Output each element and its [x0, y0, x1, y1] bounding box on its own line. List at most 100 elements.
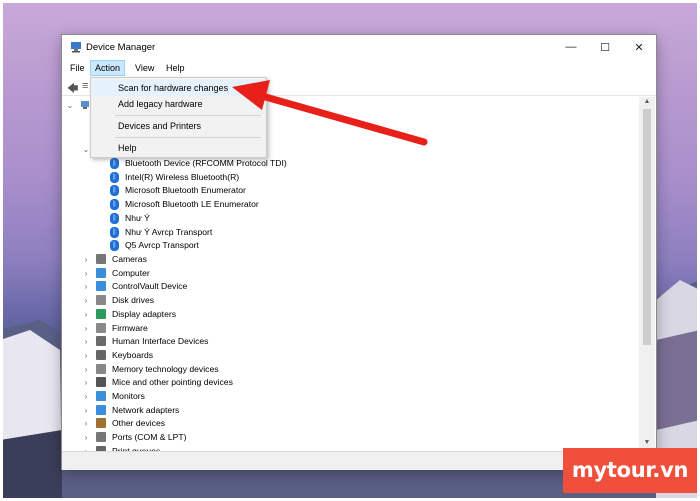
window-title: Device Manager [86, 42, 156, 53]
menu-help[interactable]: Help [162, 61, 189, 75]
close-button[interactable]: ✕ [622, 35, 656, 59]
device-label: Intel(R) Wireless Bluetooth(R) [125, 171, 240, 182]
expand-chevron-icon[interactable]: › [82, 322, 90, 335]
title-bar: Device Manager — ☐ ✕ [62, 35, 656, 59]
menu-action-help[interactable]: Help [92, 140, 265, 156]
forward-arrow-icon[interactable]: ≡ [82, 80, 88, 92]
device-category-item[interactable]: › Memory technology devices [82, 363, 382, 376]
menu-scan-hardware-changes[interactable]: Scan for hardware changes [92, 80, 265, 96]
category-icon [96, 377, 106, 388]
category-icon [96, 363, 106, 374]
scrollbar-thumb[interactable] [643, 109, 651, 345]
bluetooth-device-item[interactable]: ᛒ Microsoft Bluetooth Enumerator [110, 184, 410, 197]
expand-chevron-icon[interactable]: › [82, 363, 90, 376]
bluetooth-icon: ᛒ [110, 212, 119, 224]
collapse-chevron-icon[interactable]: ⌄ [82, 143, 90, 156]
device-label: Microsoft Bluetooth LE Enumerator [125, 199, 259, 210]
device-category-item[interactable]: › Other devices [82, 417, 382, 430]
device-category-item[interactable]: › Disk drives [82, 294, 382, 307]
expand-chevron-icon[interactable]: › [82, 253, 90, 266]
collapse-chevron-icon[interactable]: ⌄ [66, 99, 74, 112]
device-manager-icon [71, 42, 81, 53]
bluetooth-device-item[interactable]: ᛒ Q5 Avrcp Transport [110, 239, 410, 252]
expand-chevron-icon[interactable]: › [82, 390, 90, 403]
device-label: Bluetooth Device (RFCOMM Protocol TDI) [125, 158, 287, 168]
category-icon [96, 349, 106, 360]
minimize-button[interactable]: — [554, 35, 588, 59]
bluetooth-device-item[interactable]: ᛒ Như Ý Avrcp Transport [110, 226, 410, 239]
bluetooth-icon: ᛒ [110, 226, 119, 238]
expand-chevron-icon[interactable]: › [82, 349, 90, 362]
device-category-item[interactable]: › ControlVault Device [82, 280, 382, 293]
device-category-item[interactable]: › Keyboards [82, 349, 382, 362]
menu-file[interactable]: File [66, 61, 89, 75]
bluetooth-icon: ᛒ [110, 240, 119, 252]
bluetooth-icon: ᛒ [110, 158, 119, 169]
category-label: Network adapters [112, 404, 180, 415]
device-label: Như Ý [125, 212, 150, 223]
device-category-item[interactable]: › Monitors [82, 390, 382, 403]
expand-chevron-icon[interactable]: › [82, 404, 90, 417]
scroll-up-arrow-icon[interactable]: ▲ [639, 98, 655, 105]
expand-chevron-icon[interactable]: › [82, 267, 90, 280]
computer-icon [81, 101, 89, 109]
bluetooth-device-item[interactable]: ᛒ Bluetooth Device (RFCOMM Protocol TDI) [110, 157, 410, 170]
bluetooth-icon: ᛒ [110, 171, 119, 183]
scroll-down-arrow-icon[interactable]: ▼ [639, 439, 655, 446]
category-label: Disk drives [112, 295, 155, 306]
maximize-button[interactable]: ☐ [588, 35, 622, 59]
category-icon [96, 295, 106, 306]
category-icon [96, 267, 106, 278]
device-category-item[interactable]: › Cameras [82, 253, 382, 266]
device-category-item[interactable]: › Computer [82, 267, 382, 280]
expand-chevron-icon[interactable]: › [82, 280, 90, 293]
action-menu: Scan for hardware changes Add legacy har… [90, 77, 267, 158]
category-icon [96, 404, 106, 415]
menu-devices-and-printers[interactable]: Devices and Printers [92, 118, 265, 134]
expand-chevron-icon[interactable]: › [82, 294, 90, 307]
expand-chevron-icon[interactable]: › [82, 335, 90, 348]
expand-chevron-icon[interactable]: › [82, 376, 90, 389]
mytour-watermark-logo: mytour.vn [563, 448, 697, 493]
category-icon [96, 322, 106, 333]
category-label: Keyboards [112, 349, 154, 360]
category-icon [96, 418, 106, 429]
category-label: Cameras [112, 254, 147, 264]
category-label: ControlVault Device [112, 281, 188, 292]
category-icon [96, 254, 106, 264]
category-label: Display adapters [112, 308, 177, 319]
menu-bar: File Action View Help [62, 59, 656, 77]
category-label: Firmware [112, 322, 148, 333]
device-category-item[interactable]: › Mice and other pointing devices [82, 376, 382, 389]
bluetooth-device-item[interactable]: ᛒ Intel(R) Wireless Bluetooth(R) [110, 171, 410, 184]
device-category-item[interactable]: › Ports (COM & LPT) [82, 431, 382, 444]
bluetooth-device-item[interactable]: ᛒ Microsoft Bluetooth LE Enumerator [110, 198, 410, 211]
category-label: Computer [112, 267, 150, 278]
device-label: Microsoft Bluetooth Enumerator [125, 185, 246, 196]
expand-chevron-icon[interactable]: › [82, 417, 90, 430]
category-icon [96, 281, 106, 292]
category-label: Mice and other pointing devices [112, 377, 233, 388]
category-label: Human Interface Devices [112, 336, 209, 347]
menu-view[interactable]: View [131, 61, 158, 75]
bluetooth-icon: ᛒ [110, 199, 119, 211]
menu-action[interactable]: Action [89, 60, 126, 76]
expand-chevron-icon[interactable]: › [82, 431, 90, 444]
expand-chevron-icon[interactable]: › [82, 308, 90, 321]
category-label: Other devices [112, 418, 166, 429]
category-icon [96, 336, 106, 347]
menu-separator [115, 115, 261, 116]
device-category-item[interactable]: › Display adapters [82, 308, 382, 321]
menu-separator [115, 137, 261, 138]
category-label: Monitors [112, 391, 145, 401]
bluetooth-icon: ᛒ [110, 185, 119, 197]
device-category-item[interactable]: › Network adapters [82, 404, 382, 417]
menu-add-legacy-hardware[interactable]: Add legacy hardware [92, 96, 265, 112]
device-label: Như Ý Avrcp Transport [125, 226, 213, 237]
device-label: Q5 Avrcp Transport [125, 240, 199, 251]
device-category-item[interactable]: › Firmware [82, 322, 382, 335]
bluetooth-device-item[interactable]: ᛒ Như Ý [110, 212, 410, 225]
vertical-scrollbar[interactable]: ▲ ▼ [639, 97, 655, 451]
category-icon [96, 308, 106, 319]
device-category-item[interactable]: › Human Interface Devices [82, 335, 382, 348]
